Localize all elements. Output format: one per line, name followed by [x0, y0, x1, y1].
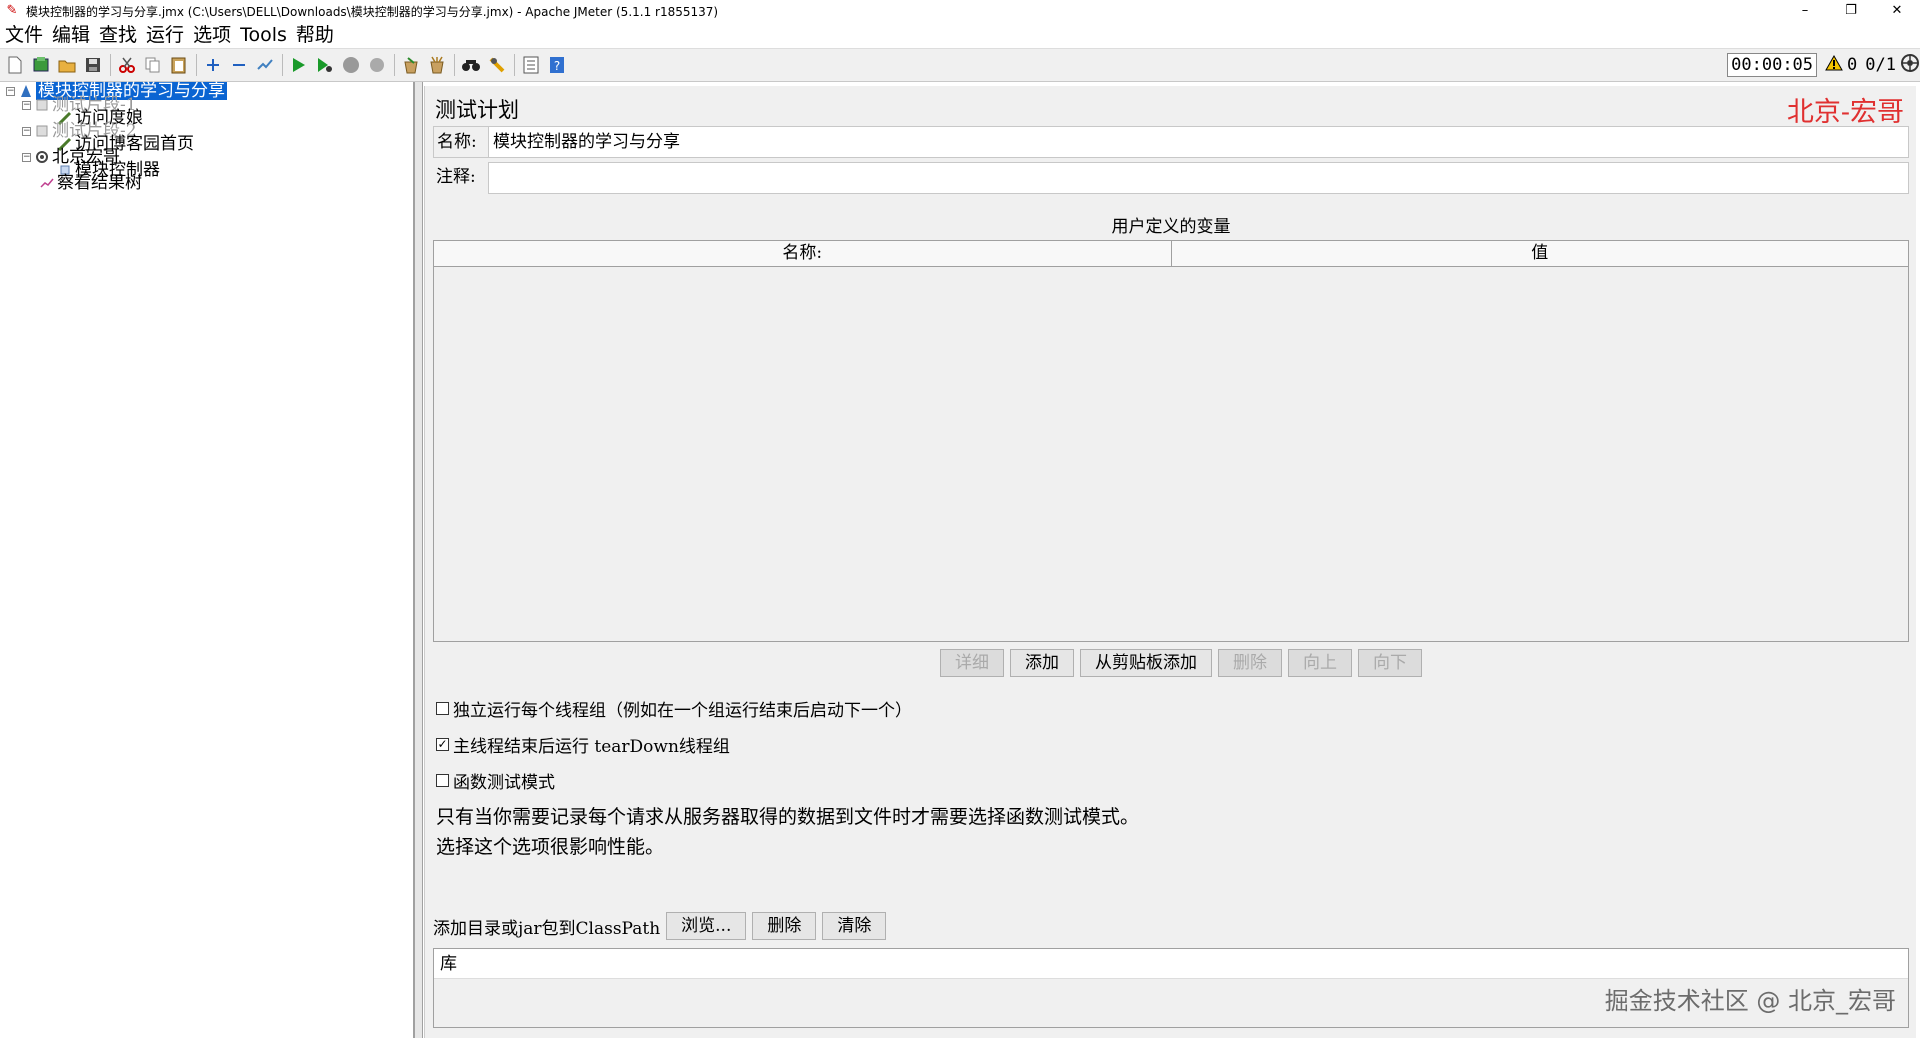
test-fragment-icon [35, 98, 49, 112]
test-tree-pane: − 模块控制器的学习与分享 − 测试片段-1 访问度娘 − 测试片段-2 访问博… [0, 82, 415, 1038]
start-icon[interactable] [288, 54, 310, 76]
toolbar-separator [282, 54, 283, 76]
cut-icon[interactable] [116, 54, 138, 76]
toolbar-separator [454, 54, 455, 76]
menu-search[interactable]: 查找 [94, 22, 141, 48]
library-column-header: 库 [434, 949, 1908, 979]
serialize-checkbox[interactable] [436, 702, 449, 715]
new-icon[interactable] [4, 54, 26, 76]
warning-icon[interactable] [1825, 54, 1843, 76]
test-plan-editor: 测试计划 北京-宏哥 名称: 模块控制器的学习与分享 注释: 用户定义的变量 名… [424, 86, 1916, 1038]
menu-file[interactable]: 文件 [0, 22, 47, 48]
menu-options[interactable]: 选项 [188, 22, 235, 48]
minimize-button[interactable]: – [1782, 0, 1828, 22]
templates-icon[interactable] [30, 54, 52, 76]
comment-field-row: 注释: [433, 162, 1909, 194]
collapse-toggle-icon[interactable]: − [22, 126, 31, 136]
test-fragment-icon [35, 124, 49, 138]
add-from-clipboard-button[interactable]: 从剪贴板添加 [1080, 649, 1212, 677]
serialize-thread-groups-option[interactable]: 独立运行每个线程组（例如在一个组运行结束后启动下一个） [436, 696, 912, 721]
window-titlebar: ✎ 模块控制器的学习与分享.jmx (C:\Users\DELL\Downloa… [0, 0, 1920, 22]
user-variables-table[interactable]: 名称: 值 [433, 240, 1909, 642]
teardown-on-shutdown-option[interactable]: ✓ 主线程结束后运行 tearDown线程组 [436, 732, 730, 757]
active-threads: 0/1 [1865, 55, 1896, 75]
name-input[interactable]: 模块控制器的学习与分享 [489, 127, 1908, 157]
paste-icon[interactable] [168, 54, 190, 76]
close-button[interactable]: ✕ [1874, 0, 1920, 22]
svg-text:?: ? [554, 59, 560, 73]
collapse-toggle-icon[interactable]: − [6, 86, 15, 96]
clear-all-icon[interactable] [426, 54, 448, 76]
classpath-delete-button[interactable]: 删除 [752, 912, 817, 940]
start-no-pause-icon[interactable] [314, 54, 336, 76]
table-header: 名称: 值 [434, 241, 1908, 267]
table-button-row: 详细 添加 从剪贴板添加 删除 向上 向下 [425, 649, 1917, 677]
window-title: 模块控制器的学习与分享.jmx (C:\Users\DELL\Downloads… [26, 4, 719, 19]
elapsed-timer: 00:00:05 [1727, 53, 1818, 77]
toolbar-separator [196, 54, 197, 76]
menu-run[interactable]: 运行 [141, 22, 188, 48]
copy-icon[interactable] [142, 54, 164, 76]
classpath-row: 添加目录或jar包到ClassPath 浏览... 删除 清除 [433, 912, 887, 940]
functional-mode-option[interactable]: 函数测试模式 [436, 768, 555, 793]
panel-title: 测试计划 [435, 98, 519, 122]
classpath-clear-button[interactable]: 清除 [822, 912, 887, 940]
toolbar-separator [110, 54, 111, 76]
menu-tools[interactable]: Tools [235, 22, 291, 48]
comment-label: 注释: [433, 162, 488, 194]
collapse-icon[interactable] [228, 54, 250, 76]
delete-button[interactable]: 删除 [1218, 649, 1282, 677]
teardown-checkbox[interactable]: ✓ [436, 738, 449, 751]
run-status: 00:00:05 0 0/1 [1727, 52, 1920, 78]
functional-mode-note-2: 选择这个选项很影响性能。 [436, 836, 665, 858]
listener-graph-icon [40, 176, 54, 190]
option-label: 函数测试模式 [453, 773, 555, 793]
save-icon[interactable] [82, 54, 104, 76]
column-header-value[interactable]: 值 [1170, 241, 1909, 266]
functional-mode-checkbox[interactable] [436, 774, 449, 787]
author-brand: 北京-宏哥 [1786, 97, 1904, 128]
detail-button[interactable]: 详细 [940, 649, 1004, 677]
classpath-label: 添加目录或jar包到ClassPath [433, 918, 661, 939]
remote-status-icon [1900, 53, 1920, 78]
toolbar-separator [394, 54, 395, 76]
tree-node-view-results-tree[interactable]: 察看结果树 [40, 174, 142, 192]
restore-button[interactable]: ❐ [1828, 0, 1874, 22]
help-icon[interactable]: ? [546, 54, 568, 76]
expand-icon[interactable] [202, 54, 224, 76]
browse-button[interactable]: 浏览... [666, 912, 747, 940]
collapse-toggle-icon[interactable]: − [22, 100, 31, 110]
user-variables-title: 用户定义的变量 [1111, 217, 1231, 237]
option-label: 独立运行每个线程组（例如在一个组运行结束后启动下一个） [453, 701, 912, 721]
collapse-toggle-icon[interactable]: − [22, 152, 31, 162]
move-down-button[interactable]: 向下 [1358, 649, 1422, 677]
tree-node-label[interactable]: 察看结果树 [57, 174, 142, 192]
open-icon[interactable] [56, 54, 78, 76]
clear-icon[interactable] [400, 54, 422, 76]
column-header-name[interactable]: 名称: [434, 241, 1171, 266]
menu-edit[interactable]: 编辑 [47, 22, 94, 48]
toolbar-separator [514, 54, 515, 76]
jmeter-feather-icon: ✎ [6, 3, 18, 18]
search-icon[interactable] [460, 54, 482, 76]
pane-splitter[interactable] [415, 82, 423, 1038]
reset-search-icon[interactable] [486, 54, 508, 76]
shutdown-icon[interactable] [366, 54, 388, 76]
warning-count: 0 [1847, 55, 1858, 75]
footer-watermark: 掘金技术社区 @ 北京_宏哥 [1604, 987, 1896, 1015]
menu-bar: 文件 编辑 查找 运行 选项 Tools 帮助 [0, 22, 1920, 48]
menu-help[interactable]: 帮助 [291, 22, 338, 48]
comment-input[interactable] [488, 162, 1909, 194]
option-label: 主线程结束后运行 tearDown线程组 [453, 737, 730, 757]
move-up-button[interactable]: 向上 [1288, 649, 1352, 677]
name-label: 名称: [434, 127, 489, 157]
toolbar: ? 00:00:05 0 0/1 [0, 48, 1920, 82]
function-helper-icon[interactable] [520, 54, 542, 76]
thread-group-gear-icon [35, 150, 49, 164]
toggle-icon[interactable] [254, 54, 276, 76]
functional-mode-note-1: 只有当你需要记录每个请求从服务器取得的数据到文件时才需要选择函数测试模式。 [436, 806, 1140, 828]
add-button[interactable]: 添加 [1010, 649, 1074, 677]
stop-icon[interactable] [340, 54, 362, 76]
name-field-row: 名称: 模块控制器的学习与分享 [433, 126, 1909, 158]
